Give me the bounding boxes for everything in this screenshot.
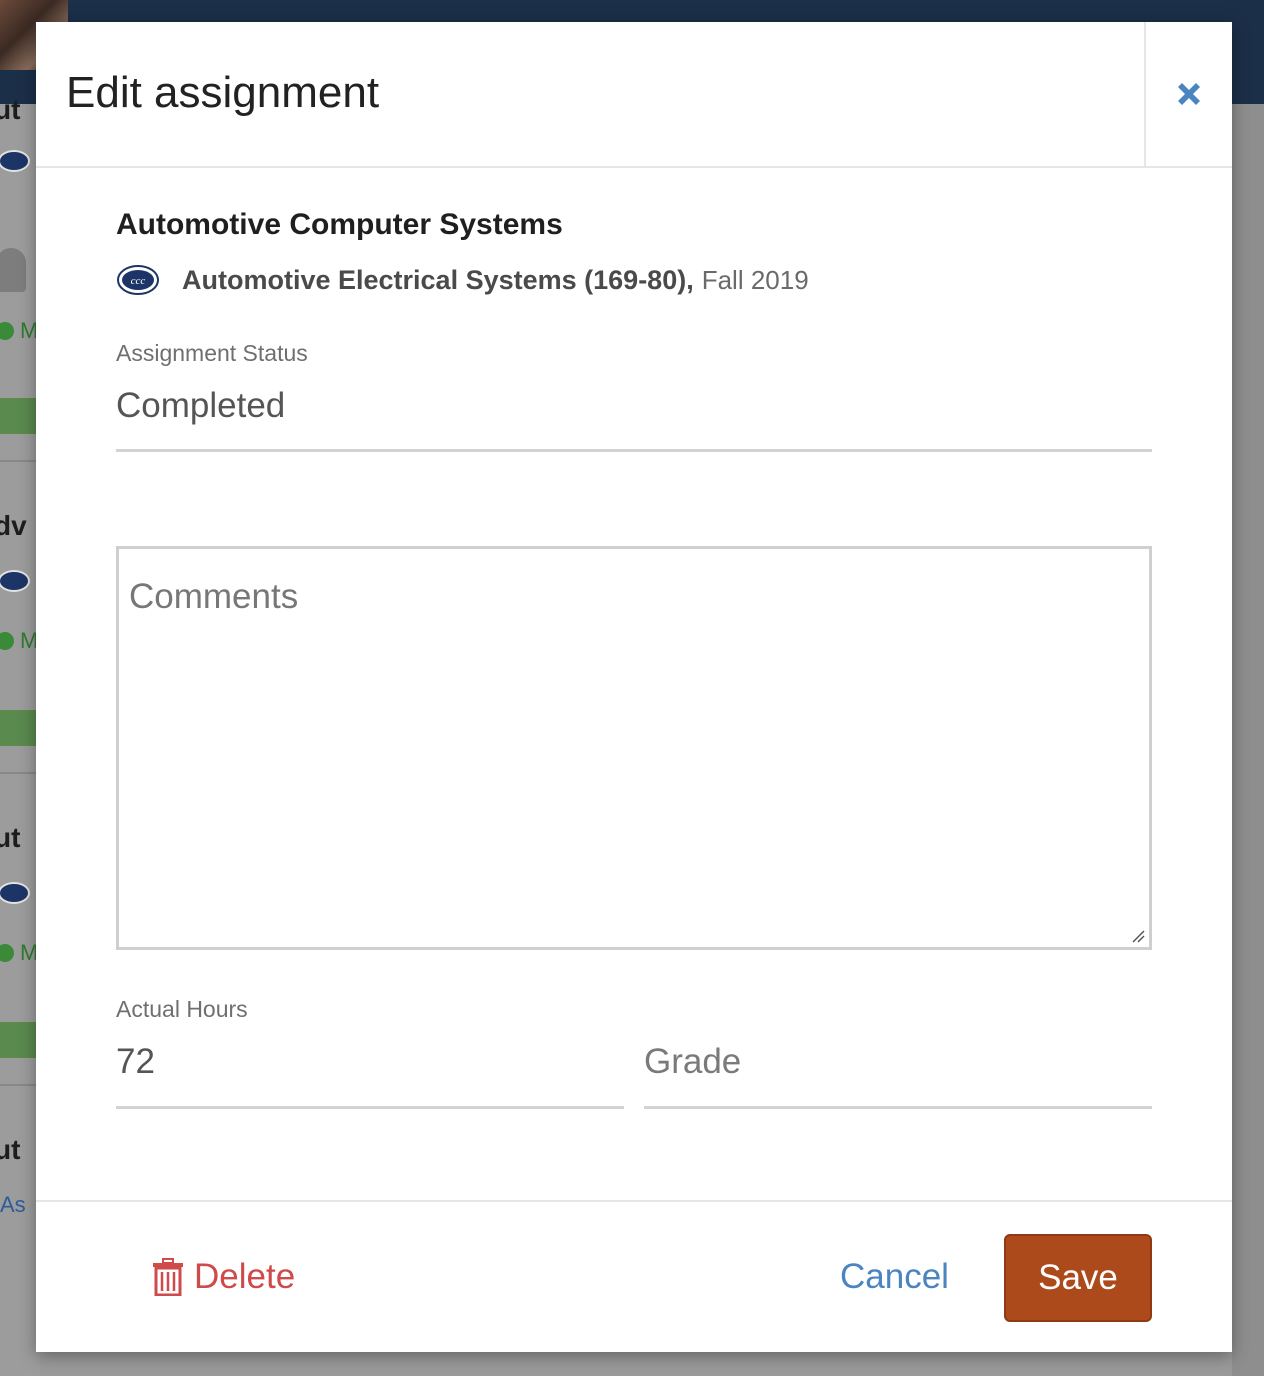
grade-input[interactable]: Grade [644,1042,741,1082]
delete-button[interactable]: Delete [152,1252,295,1302]
background-heading-fragment: ut [0,94,21,125]
actual-hours-input[interactable]: 72 [116,1042,155,1082]
actual-hours-underline [116,1106,624,1109]
dialog-header: Edit assignment [36,22,1232,168]
background-link: As [0,1192,26,1217]
background-avatar-icon [0,248,26,292]
background-divider [0,772,40,774]
dialog-footer: Delete Cancel Save [36,1200,1232,1354]
save-button[interactable]: Save [1004,1234,1152,1322]
assignment-title: Automotive Computer Systems [116,208,563,241]
trash-icon [153,1258,183,1296]
course-info: ccc Automotive Electrical Systems (169-8… [116,262,809,298]
background-right-panel [1232,104,1264,1376]
course-term: Fall 2019 [701,264,809,295]
assignment-status-select[interactable]: Completed [116,386,285,426]
svg-text:ccc: ccc [131,275,146,287]
background-green-bar [0,398,40,434]
grade-underline [644,1106,1152,1109]
background-heading-fragment: ut [0,822,21,853]
actual-hours-label: Actual Hours [116,996,248,1022]
delete-label: Delete [194,1257,296,1296]
background-heading-fragment: ut [0,1134,21,1165]
background-divider [0,460,40,462]
dialog-title: Edit assignment [66,68,380,117]
background-divider [0,1084,40,1086]
background-green-bar [0,1022,40,1058]
college-logo-icon: ccc [117,265,159,295]
course-name: Automotive Electrical Systems (169-80), [182,264,694,295]
cancel-button[interactable]: Cancel [840,1252,949,1302]
background-green-bar [0,710,40,746]
close-x-icon [1178,83,1200,105]
close-button[interactable] [1144,22,1232,166]
resize-handle-icon[interactable] [1131,929,1145,943]
edit-assignment-dialog: Edit assignment Automotive Computer Syst… [36,22,1232,1352]
assignment-status-underline [116,449,1152,452]
background-heading-fragment: dv [0,510,27,541]
comments-textarea[interactable]: Comments [116,546,1152,950]
assignment-status-label: Assignment Status [116,340,308,366]
comments-placeholder: Comments [129,577,299,616]
